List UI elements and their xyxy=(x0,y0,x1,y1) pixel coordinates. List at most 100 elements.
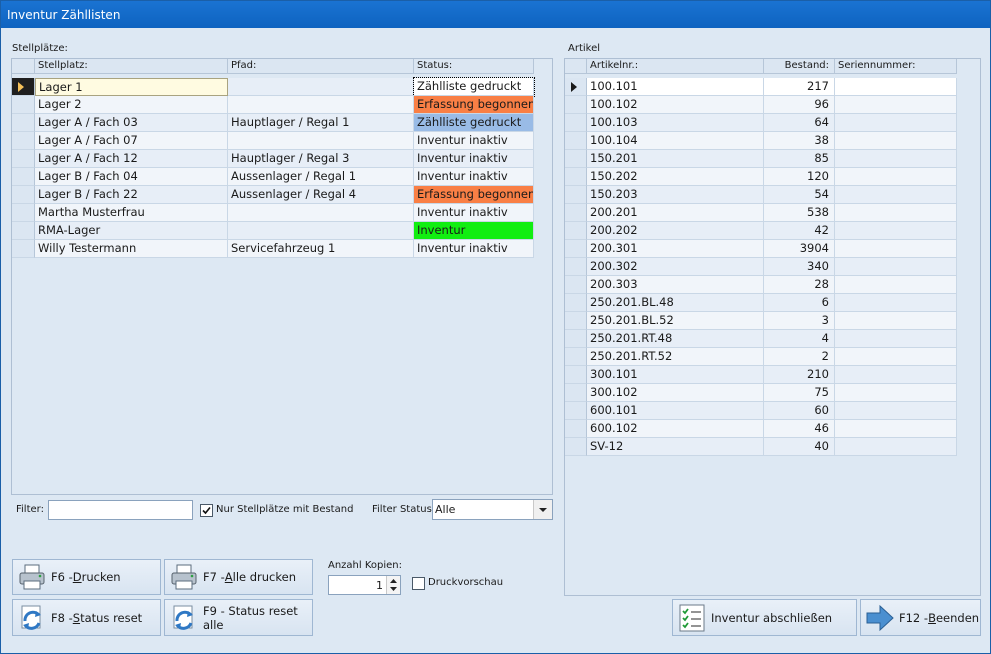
cell-status[interactable]: Zählliste gedruckt xyxy=(414,114,534,132)
cell-artikelnr[interactable]: 200.202 xyxy=(587,222,764,240)
cell-seriennummer[interactable] xyxy=(835,150,957,168)
cell-seriennummer[interactable] xyxy=(835,330,957,348)
cell-seriennummer[interactable] xyxy=(835,420,957,438)
cell-seriennummer[interactable] xyxy=(835,312,957,330)
cell-artikelnr[interactable]: 300.101 xyxy=(587,366,764,384)
cell-seriennummer[interactable] xyxy=(835,402,957,420)
cell-seriennummer[interactable] xyxy=(835,366,957,384)
cell-seriennummer[interactable] xyxy=(835,168,957,186)
row-selector[interactable] xyxy=(12,186,35,204)
cell-status[interactable]: Inventur inaktiv xyxy=(414,168,534,186)
row-selector[interactable] xyxy=(565,438,587,456)
row-selector[interactable] xyxy=(565,384,587,402)
cell-artikelnr[interactable]: 250.201.RT.48 xyxy=(587,330,764,348)
row-selector[interactable] xyxy=(565,276,587,294)
print-preview-label[interactable]: Druckvorschau xyxy=(428,577,503,588)
cell-pfad[interactable] xyxy=(228,96,414,114)
cell-artikelnr[interactable]: 600.102 xyxy=(587,420,764,438)
cell-pfad[interactable] xyxy=(228,132,414,150)
cell-seriennummer[interactable] xyxy=(835,240,957,258)
cell-pfad[interactable] xyxy=(228,204,414,222)
cell-seriennummer[interactable] xyxy=(835,276,957,294)
cell-stellplatz[interactable]: Willy Testermann xyxy=(35,240,228,258)
finish-inventory-button[interactable]: Inventur abschließen xyxy=(672,599,857,636)
cell-seriennummer[interactable] xyxy=(835,204,957,222)
stepper-buttons[interactable] xyxy=(386,576,400,594)
only-with-stock-label[interactable]: Nur Stellplätze mit Bestand xyxy=(216,504,353,515)
filter-input[interactable] xyxy=(48,500,193,520)
cell-stellplatz[interactable]: Lager A / Fach 03 xyxy=(35,114,228,132)
cell-bestand[interactable]: 6 xyxy=(764,294,835,312)
row-selector[interactable] xyxy=(565,258,587,276)
stellplaetze-grid[interactable]: Stellplatz: Pfad: Status: Lager 1 Zähllis… xyxy=(11,58,553,495)
row-selector[interactable] xyxy=(12,150,35,168)
print-preview-checkbox[interactable] xyxy=(412,577,425,590)
cell-stellplatz[interactable]: Lager B / Fach 22 xyxy=(35,186,228,204)
cell-bestand[interactable]: 64 xyxy=(764,114,835,132)
print-button[interactable]: F6 - Drucken xyxy=(12,559,161,595)
row-selector[interactable] xyxy=(12,114,35,132)
cell-pfad[interactable]: Servicefahrzeug 1 xyxy=(228,240,414,258)
cell-status[interactable]: Inventur inaktiv xyxy=(414,150,534,168)
cell-bestand[interactable]: 75 xyxy=(764,384,835,402)
cell-bestand[interactable]: 4 xyxy=(764,330,835,348)
cell-bestand[interactable]: 42 xyxy=(764,222,835,240)
row-selector[interactable] xyxy=(12,78,35,96)
column-header-status[interactable]: Status: xyxy=(414,59,534,74)
cell-status[interactable]: Inventur xyxy=(414,222,534,240)
only-with-stock-checkbox[interactable] xyxy=(200,504,213,517)
cell-bestand[interactable]: 3904 xyxy=(764,240,835,258)
row-selector[interactable] xyxy=(12,168,35,186)
cell-bestand[interactable]: 2 xyxy=(764,348,835,366)
status-reset-all-button[interactable]: F9 - Status reset alle xyxy=(164,599,313,636)
cell-bestand[interactable]: 28 xyxy=(764,276,835,294)
row-selector[interactable] xyxy=(565,204,587,222)
cell-seriennummer[interactable] xyxy=(835,96,957,114)
cell-artikelnr[interactable]: 250.201.BL.48 xyxy=(587,294,764,312)
filter-status-select[interactable]: Alle xyxy=(432,499,553,520)
cell-stellplatz[interactable]: Lager 1 xyxy=(35,78,228,96)
cell-artikelnr[interactable]: 200.303 xyxy=(587,276,764,294)
row-selector[interactable] xyxy=(12,240,35,258)
cell-artikelnr[interactable]: 200.302 xyxy=(587,258,764,276)
cell-bestand[interactable]: 46 xyxy=(764,420,835,438)
artikel-grid[interactable]: Artikelnr.: Bestand: Seriennummer: 100.1… xyxy=(564,58,981,596)
cell-artikelnr[interactable]: 600.101 xyxy=(587,402,764,420)
cell-bestand[interactable]: 40 xyxy=(764,438,835,456)
cell-status[interactable]: Erfassung begonnen xyxy=(414,186,534,204)
cell-status[interactable]: Zählliste gedruckt xyxy=(413,77,535,97)
cell-bestand[interactable]: 210 xyxy=(764,366,835,384)
row-selector[interactable] xyxy=(565,402,587,420)
cell-status[interactable]: Inventur inaktiv xyxy=(414,240,534,258)
cell-artikelnr[interactable]: 100.101 xyxy=(587,78,764,96)
cell-pfad[interactable]: Hauptlager / Regal 3 xyxy=(228,150,414,168)
cell-seriennummer[interactable] xyxy=(835,348,957,366)
cell-artikelnr[interactable]: 100.102 xyxy=(587,96,764,114)
row-selector[interactable] xyxy=(565,420,587,438)
row-selector[interactable] xyxy=(565,312,587,330)
cell-status[interactable]: Erfassung begonnen xyxy=(414,96,534,114)
cell-artikelnr[interactable]: 150.201 xyxy=(587,150,764,168)
cell-seriennummer[interactable] xyxy=(835,384,957,402)
cell-pfad[interactable]: Hauptlager / Regal 1 xyxy=(228,114,414,132)
print-all-button[interactable]: F7 - Alle drucken xyxy=(164,559,313,595)
cell-bestand[interactable]: 3 xyxy=(764,312,835,330)
cell-stellplatz[interactable]: Lager A / Fach 07 xyxy=(35,132,228,150)
cell-stellplatz[interactable]: Lager 2 xyxy=(35,96,228,114)
copies-stepper[interactable]: 1 xyxy=(328,575,401,595)
cell-seriennummer[interactable] xyxy=(835,132,957,150)
row-selector[interactable] xyxy=(12,222,35,240)
cell-seriennummer[interactable] xyxy=(835,78,957,96)
row-selector[interactable] xyxy=(565,240,587,258)
cell-seriennummer[interactable] xyxy=(835,294,957,312)
cell-pfad[interactable] xyxy=(228,222,414,240)
cell-pfad[interactable]: Aussenlager / Regal 4 xyxy=(228,186,414,204)
cell-pfad[interactable] xyxy=(228,78,414,96)
row-selector[interactable] xyxy=(565,294,587,312)
cell-pfad[interactable]: Aussenlager / Regal 1 xyxy=(228,168,414,186)
cell-bestand[interactable]: 217 xyxy=(764,78,835,96)
column-header-seriennummer[interactable]: Seriennummer: xyxy=(835,59,957,74)
column-header-stellplatz[interactable]: Stellplatz: xyxy=(35,59,228,74)
row-selector[interactable] xyxy=(12,132,35,150)
row-selector[interactable] xyxy=(12,204,35,222)
